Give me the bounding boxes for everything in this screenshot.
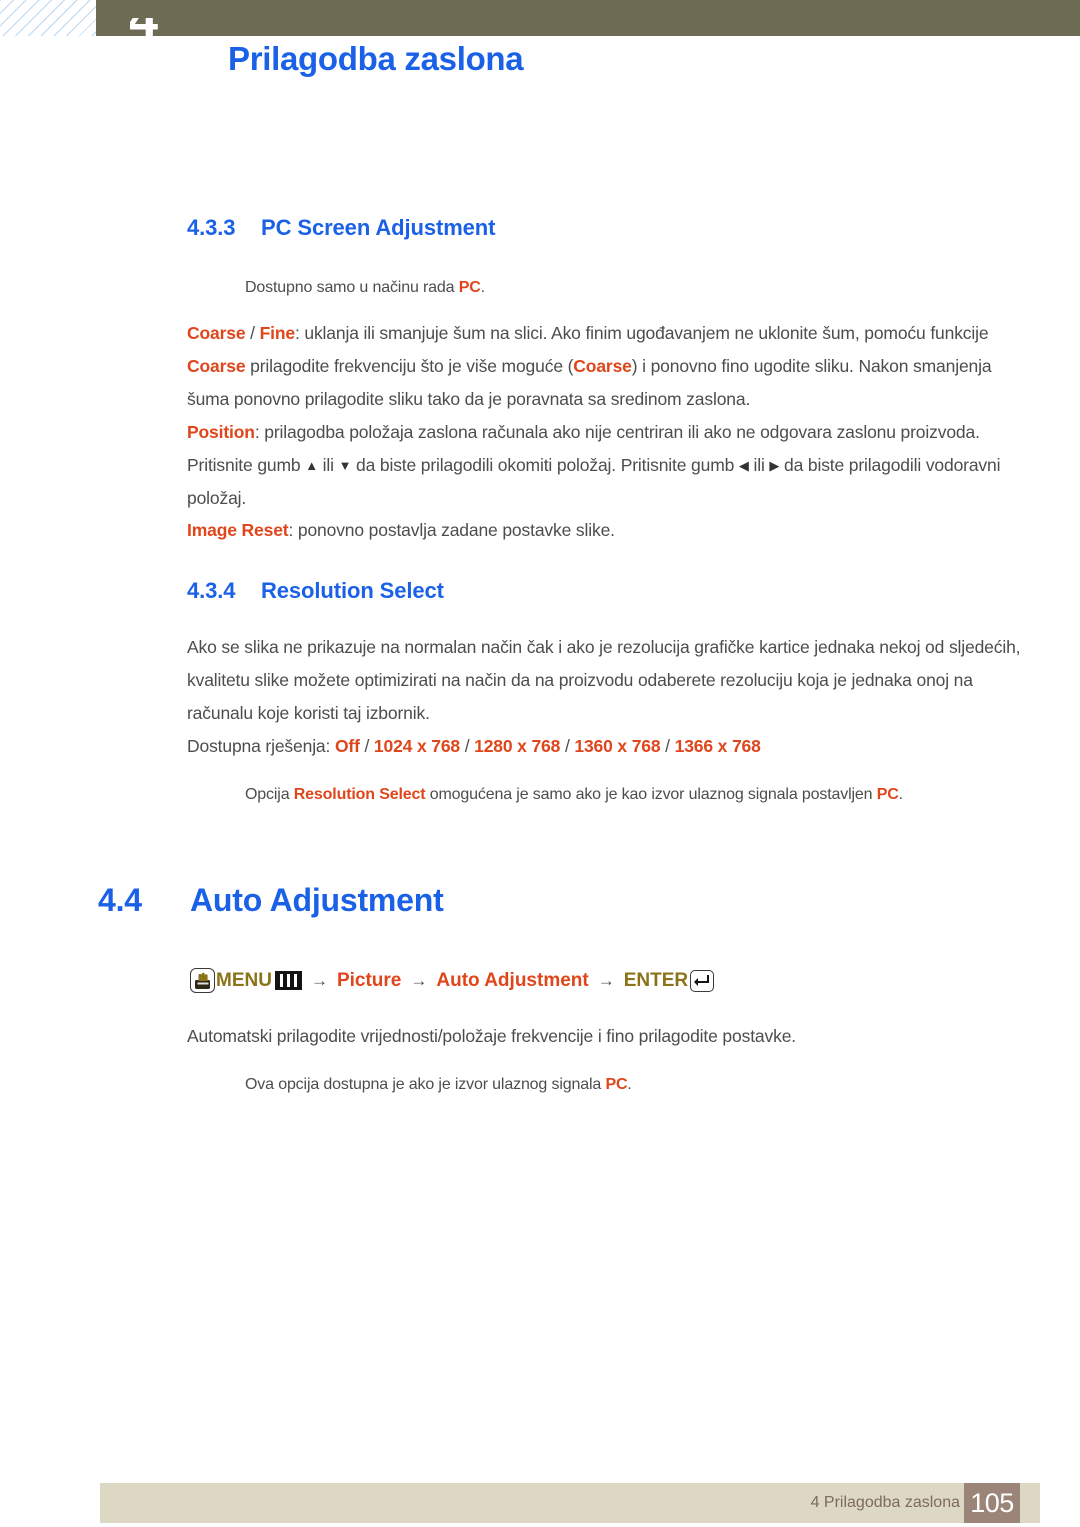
note-mid: omogućena je samo ako je kao izvor ulazn… — [425, 786, 877, 803]
auto-adjustment-body: Automatski prilagodite vrijednosti/polož… — [187, 1026, 796, 1046]
keyword-pc: PC — [458, 279, 481, 296]
resolution-select-note: Opcija Resolution Select omogućena je sa… — [245, 778, 903, 811]
heading-number: 4.3.3 — [187, 215, 236, 240]
arrow-up-icon: ▲ — [305, 458, 318, 473]
heading-text: Auto Adjustment — [190, 882, 444, 918]
resolution-separator: / — [359, 736, 374, 756]
menu-navigation-path: MENU → Picture → Auto Adjustment → ENTER — [190, 968, 715, 993]
coarse-fine-line2-mid: prilagodite frekvenciju što je više mogu… — [245, 356, 574, 376]
chapter-number-notch: 4 — [130, 18, 166, 36]
arrow-down-icon: ▼ — [338, 458, 352, 473]
coarse-fine-paragraph: Coarse / Fine: uklanja ili smanjuje šum … — [187, 317, 1017, 416]
nav-arrow-icon-2: → — [410, 970, 428, 990]
arrow-right-icon: ▶ — [769, 458, 780, 473]
three-bars-icon — [274, 971, 302, 990]
auto-adjustment-note: Ova opcija dostupna je ako je izvor ulaz… — [245, 1068, 632, 1101]
image-reset-text: : ponovno postavlja zadane postavke slik… — [288, 520, 615, 540]
heading-text: Resolution Select — [261, 578, 444, 603]
nav-arrow-icon-3: → — [597, 970, 615, 990]
keyword-fine: Fine — [259, 323, 296, 343]
chapter-title: Prilagodba zaslona — [228, 40, 524, 77]
nav-step-picture: Picture — [336, 969, 402, 991]
heading-pc-screen-adjustment: 4.3.3 PC Screen Adjustment — [187, 215, 495, 241]
arrow-left-icon: ◀ — [738, 458, 749, 473]
position-line2-e: da biste prilagodili — [779, 455, 922, 475]
coarse-fine-line2-post: ) i ponovno fino ugodite sliku. Nakon sm… — [631, 356, 992, 376]
keyword-position: Position — [187, 422, 255, 442]
available-resolutions-line: Dostupna rješenja: Off / 1024 x 768 / 12… — [187, 730, 761, 763]
resolution-value: 1366 x 768 — [674, 736, 761, 756]
keyword-resolution-select: Resolution Select — [293, 786, 426, 803]
coarse-fine-line3: šuma ponovno prilagodite sliku tako da j… — [187, 389, 751, 409]
enter-key-icon — [690, 969, 715, 992]
footer-chapter-text: 4 Prilagodba zaslona — [810, 1494, 960, 1511]
position-line2-b: ili — [317, 455, 339, 475]
hand-press-icon — [190, 968, 215, 993]
resolution-body-line1: Ako se slika ne prikazuje na normalan na… — [187, 637, 945, 657]
pc-availability-note: Dostupno samo u načinu rada PC. — [245, 271, 485, 304]
note-period: . — [898, 786, 903, 803]
nav-arrow-icon-1: → — [310, 970, 328, 990]
coarse-fine-line1: : uklanja ili smanjuje šum na slici. Ako… — [294, 323, 989, 343]
position-line1: : prilagodba položaja zaslona računala a… — [254, 422, 980, 442]
nav-step-auto-adjustment: Auto Adjustment — [436, 969, 589, 991]
resolution-value: 1280 x 768 — [474, 736, 561, 756]
header-hatch-pattern — [0, 0, 96, 36]
resolution-separator: / — [660, 736, 675, 756]
menu-label: MENU — [216, 969, 272, 991]
available-resolutions-label: Dostupna rješenja: — [187, 736, 335, 756]
heading-text: PC Screen Adjustment — [261, 215, 496, 240]
resolution-value: 1360 x 768 — [574, 736, 661, 756]
separator-slash: / — [245, 323, 260, 343]
heading-auto-adjustment: 4.4 Auto Adjustment — [98, 882, 444, 919]
resolution-separator: / — [560, 736, 575, 756]
keyword-image-reset: Image Reset — [187, 520, 289, 540]
keyword-coarse-2: Coarse — [187, 356, 246, 376]
note-period: . — [627, 1076, 632, 1093]
resolution-value: Off — [334, 736, 360, 756]
enter-label: ENTER — [623, 969, 689, 991]
note-pre: Opcija — [245, 786, 294, 803]
keyword-pc: PC — [605, 1076, 628, 1093]
chapter-number: 4 — [130, 18, 158, 36]
page-number-badge: 105 — [964, 1483, 1020, 1523]
heading-resolution-select: 4.3.4 Resolution Select — [187, 578, 444, 604]
note-period: . — [480, 279, 485, 296]
position-paragraph: Position: prilagodba položaja zaslona ra… — [187, 416, 1017, 515]
position-line2-a: Pritisnite gumb — [187, 455, 306, 475]
resolution-separator: / — [460, 736, 475, 756]
heading-number: 4.3.4 — [187, 578, 236, 603]
note-text: Dostupno samo u načinu rada — [245, 279, 459, 296]
available-resolutions-values: Off / 1024 x 768 / 1280 x 768 / 1360 x 7… — [335, 736, 761, 756]
image-reset-paragraph: Image Reset: ponovno postavlja zadane po… — [187, 514, 1017, 547]
header-olive-bar — [96, 0, 1080, 36]
position-line2-c: da biste prilagodili okomiti položaj. Pr… — [351, 455, 739, 475]
resolution-value: 1024 x 768 — [373, 736, 460, 756]
keyword-coarse-3: Coarse — [573, 356, 632, 376]
position-line2-d: ili — [748, 455, 770, 475]
note-pre: Ova opcija dostupna je ako je izvor ulaz… — [245, 1076, 606, 1093]
page-header: 4 — [0, 0, 1080, 46]
keyword-pc: PC — [876, 786, 899, 803]
resolution-select-body: Ako se slika ne prikazuje na normalan na… — [187, 631, 1022, 730]
heading-number: 4.4 — [98, 882, 142, 918]
page-footer: 4 Prilagodba zaslona 105 — [100, 1483, 1040, 1523]
keyword-coarse: Coarse — [187, 323, 246, 343]
